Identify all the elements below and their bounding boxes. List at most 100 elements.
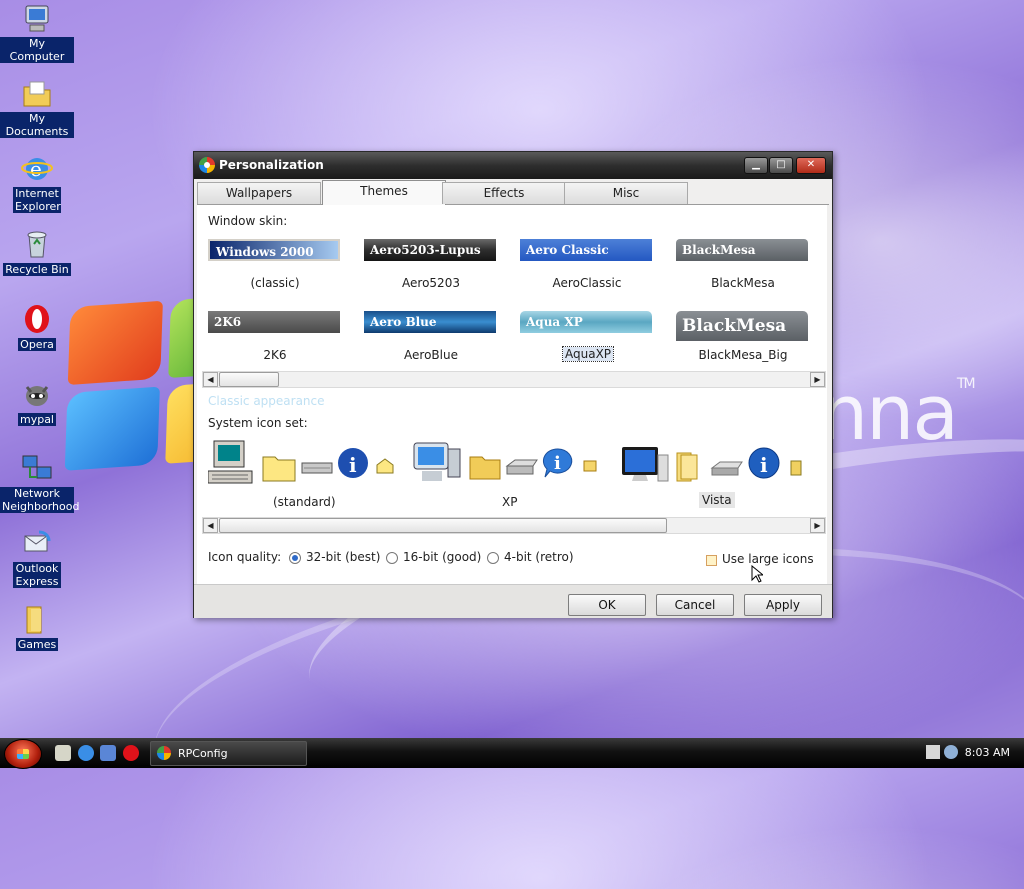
radio-label[interactable]: 4-bit (retro) xyxy=(504,550,574,564)
window-skin-label: Window skin: xyxy=(208,214,288,228)
scroll-thumb[interactable] xyxy=(219,372,279,387)
scroll-thumb[interactable] xyxy=(219,518,667,533)
taskbar-button-rpconfig[interactable]: RPConfig xyxy=(150,741,307,766)
skin-bar: BlackMesa xyxy=(676,311,808,341)
title-bar[interactable]: Personalization ▁ □ ✕ xyxy=(194,152,832,179)
folder-icon xyxy=(673,449,709,485)
svg-text:e: e xyxy=(30,157,42,181)
start-button[interactable] xyxy=(4,739,42,769)
apply-button[interactable]: Apply xyxy=(744,594,822,616)
skin-name[interactable]: 2K6 xyxy=(205,348,345,362)
radio-32bit[interactable] xyxy=(289,552,301,564)
scroll-left-arrow-icon[interactable]: ◀ xyxy=(203,372,218,387)
rpconfig-icon xyxy=(157,746,171,760)
skin-preview[interactable]: Aero Classic xyxy=(520,239,652,261)
desktop-icon-recycle-bin[interactable]: Recycle Bin xyxy=(0,228,74,276)
desktop-icon-my-computer[interactable]: My Computer xyxy=(0,3,74,63)
tab-bar: Wallpapers Themes Effects Misc xyxy=(197,180,829,205)
skin-name[interactable]: (classic) xyxy=(205,276,345,290)
clock[interactable]: 8:03 AM xyxy=(965,746,1010,759)
my-computer-icon xyxy=(21,3,53,35)
close-button[interactable]: ✕ xyxy=(796,157,826,174)
opera-icon[interactable] xyxy=(123,745,139,761)
use-large-icons-label[interactable]: Use large icons xyxy=(722,552,814,566)
outlook-express-icon xyxy=(21,528,53,560)
skin-bar: Aero Classic xyxy=(520,239,652,261)
ok-button[interactable]: OK xyxy=(568,594,646,616)
scroll-right-arrow-icon[interactable]: ▶ xyxy=(810,372,825,387)
skin-preview[interactable]: Aero Blue xyxy=(364,311,496,333)
skin-preview[interactable]: Windows 2000 xyxy=(208,239,340,261)
skin-preview[interactable]: BlackMesa xyxy=(676,239,808,261)
radio-label[interactable]: 16-bit (good) xyxy=(403,550,481,564)
radio-label[interactable]: 32-bit (best) xyxy=(306,550,380,564)
internet-explorer-icon[interactable] xyxy=(78,745,94,761)
scroll-right-arrow-icon[interactable]: ▶ xyxy=(810,518,825,533)
folder-icon xyxy=(468,449,504,485)
icon-set-name-selected: Vista xyxy=(699,492,735,508)
tab-misc[interactable]: Misc xyxy=(564,182,688,204)
icon-set-name: (standard) xyxy=(273,495,336,509)
icon-sets-scrollbar[interactable]: ◀ ▶ xyxy=(202,517,826,534)
skin-name-selected[interactable]: AquaXP xyxy=(561,346,615,362)
tab-themes[interactable]: Themes xyxy=(322,180,446,205)
skin-name[interactable]: AeroClassic xyxy=(517,276,657,290)
skin-name[interactable]: AeroBlue xyxy=(361,348,501,362)
recycle-bin-icon xyxy=(21,228,53,260)
desktop-icon-label: Internet Explorer xyxy=(13,187,61,213)
scroll-left-arrow-icon[interactable]: ◀ xyxy=(203,518,218,533)
tab-effects[interactable]: Effects xyxy=(442,182,566,204)
my-documents-icon xyxy=(21,78,53,110)
skin-preview[interactable]: 2K6 xyxy=(208,311,340,333)
info-icon: i xyxy=(337,447,373,483)
info-icon: i xyxy=(748,447,784,483)
maximize-button[interactable]: □ xyxy=(769,157,793,174)
svg-text:i: i xyxy=(554,453,561,474)
desktop-icon-games[interactable]: Games xyxy=(0,603,74,651)
desktop-icon-mypal[interactable]: mypal xyxy=(0,378,74,426)
skin-name[interactable]: BlackMesa xyxy=(673,276,813,290)
folder-small-icon xyxy=(375,457,411,493)
skin-bar: Windows 2000 xyxy=(208,239,340,261)
show-desktop-icon[interactable] xyxy=(55,745,71,761)
icon-set-name: XP xyxy=(502,495,518,509)
skin-preview[interactable]: BlackMesa xyxy=(676,311,808,341)
skin-preview[interactable]: Aero5203-Lupus xyxy=(364,239,496,261)
svg-text:i: i xyxy=(760,453,768,477)
desktop-icon-internet-explorer[interactable]: e Internet Explorer xyxy=(0,153,74,213)
tab-wallpapers[interactable]: Wallpapers xyxy=(197,182,321,204)
drive-icon xyxy=(710,454,746,490)
folder-small-icon xyxy=(789,457,825,493)
drive-icon xyxy=(505,452,541,488)
computer-icon xyxy=(412,441,462,489)
desktop-icon-label: mypal xyxy=(17,413,56,426)
app-logo-icon xyxy=(199,157,215,173)
minimize-button[interactable]: ▁ xyxy=(744,157,768,174)
wallpaper-brand-text: nnaTM xyxy=(820,368,976,457)
radio-16bit[interactable] xyxy=(386,552,398,564)
desktop-icon-my-documents[interactable]: My Documents xyxy=(0,78,74,138)
dialog-footer: OK Cancel Apply xyxy=(194,584,832,618)
computer-icon xyxy=(207,439,256,487)
skin-name[interactable]: Aero5203 xyxy=(361,276,501,290)
explorer-icon[interactable] xyxy=(100,745,116,761)
use-large-icons-checkbox[interactable] xyxy=(706,555,717,566)
skin-name[interactable]: BlackMesa_Big xyxy=(673,348,813,362)
desktop-icon-label: Games xyxy=(15,638,59,651)
folder-icon xyxy=(261,449,297,485)
network-tray-icon[interactable] xyxy=(944,745,958,759)
mypal-icon xyxy=(21,378,53,410)
tray-icon[interactable] xyxy=(926,745,940,759)
desktop-icon-opera[interactable]: Opera xyxy=(0,303,74,351)
skin-preview[interactable]: Aqua XP xyxy=(520,311,652,333)
classic-appearance-link[interactable]: Classic appearance xyxy=(208,394,325,408)
desktop-icon-label: Network Neighborhood xyxy=(0,487,80,513)
cancel-button[interactable]: Cancel xyxy=(656,594,734,616)
desktop-icon-network[interactable]: Network Neighborhood xyxy=(0,453,80,513)
desktop-icon-outlook-express[interactable]: Outlook Express xyxy=(0,528,74,588)
skin-bar: Aero5203-Lupus xyxy=(364,239,496,261)
radio-4bit[interactable] xyxy=(487,552,499,564)
skins-scrollbar[interactable]: ◀ ▶ xyxy=(202,371,826,388)
desktop-icon-label: Recycle Bin xyxy=(3,263,71,276)
opera-icon xyxy=(21,303,53,335)
